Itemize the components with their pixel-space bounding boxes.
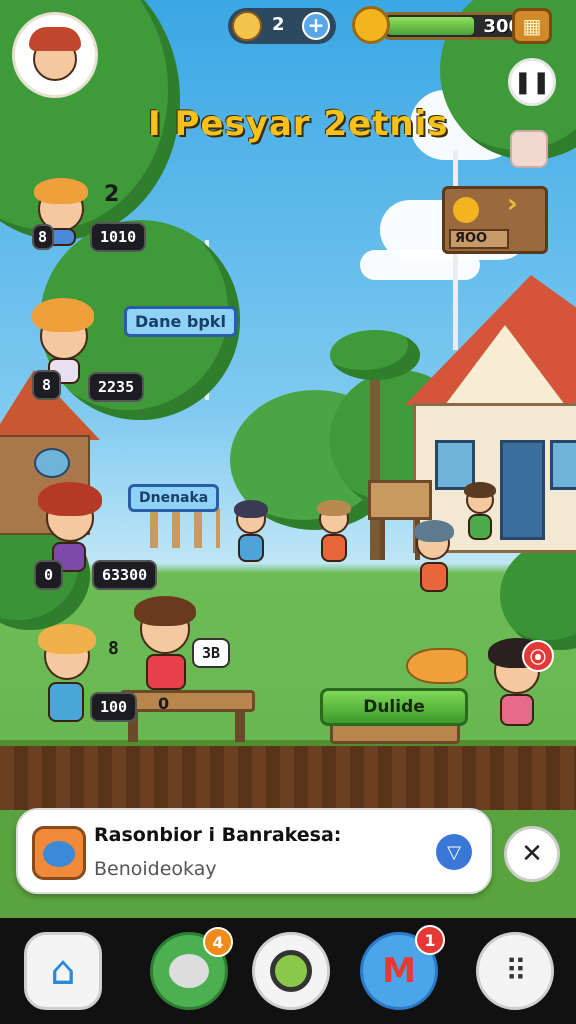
- close-notification-button[interactable]: ✕: [504, 826, 560, 882]
- energy-fill: [387, 17, 474, 35]
- npc-kid[interactable]: [410, 520, 460, 610]
- target-icon: [270, 950, 312, 992]
- leader-badge-1: 8: [32, 224, 54, 250]
- leader-score-2: 2235: [88, 372, 145, 402]
- chat-bubble-2: Dnenaka: [128, 484, 220, 512]
- notification-title: Rasonbior i Banrakesa:: [94, 824, 342, 846]
- nav-location[interactable]: [252, 932, 330, 1010]
- dirt-ground: [0, 740, 576, 810]
- notification-card[interactable]: Rasonbior i Banrakesa: Benoideokay ▽: [16, 808, 492, 894]
- notification-subtitle: Benoideokay: [94, 858, 217, 880]
- npc-kid[interactable]: [232, 500, 272, 575]
- coin-energy-bar: 300 ▦: [352, 6, 557, 46]
- chat-bubble-1: Dane bpkl: [124, 306, 237, 337]
- energy-track: 300: [382, 12, 532, 40]
- nav-home[interactable]: ⌂: [24, 932, 102, 1010]
- sign-label: ЯOO: [449, 229, 509, 249]
- mid-label: 8: [108, 638, 119, 659]
- action-button[interactable]: Dulide: [320, 688, 468, 726]
- npc-kid[interactable]: [462, 482, 498, 552]
- board-post: [380, 520, 385, 560]
- fish-icon[interactable]: [406, 648, 468, 684]
- npc-kid[interactable]: [315, 500, 355, 575]
- bottom-nav: ⌂ 4 M 1 ⠿: [0, 918, 576, 1024]
- player-avatar[interactable]: [12, 12, 98, 98]
- nav-chat[interactable]: 4: [150, 927, 233, 1010]
- nav-menu[interactable]: ⠿: [476, 932, 554, 1010]
- alert-badge: ⦿: [522, 640, 554, 672]
- friends-count: 2: [272, 14, 285, 35]
- pause-icon: ❚❚: [513, 69, 551, 95]
- mail-badge: 1: [415, 925, 445, 955]
- friend-face-icon: [232, 11, 262, 41]
- nav-mail[interactable]: M 1: [360, 925, 445, 1010]
- shop-button[interactable]: ▦: [512, 8, 552, 44]
- chevron-down-icon[interactable]: ▽: [436, 834, 472, 870]
- pause-button[interactable]: ❚❚: [508, 58, 556, 106]
- grid-icon: ▦: [522, 14, 542, 38]
- leader-score-1: 1010: [90, 222, 147, 252]
- leader-score-3: 63300: [92, 560, 158, 590]
- bird-icon: [34, 448, 70, 478]
- leader-score-4: 100: [90, 692, 138, 722]
- coin-icon: [352, 6, 390, 44]
- fence: [150, 508, 220, 548]
- character-icon[interactable]: [510, 130, 548, 168]
- game-title: I Pesyar 2etnis: [148, 104, 449, 144]
- robot-app-icon: [32, 826, 86, 880]
- close-icon: ✕: [521, 839, 543, 869]
- notice-board: [368, 480, 432, 520]
- chat-badge: 4: [203, 927, 233, 957]
- arrow-right-icon: ›: [507, 189, 518, 219]
- leader-badge-3: 0: [34, 560, 64, 590]
- mid-score: 3B: [192, 638, 231, 668]
- home-icon: ⌂: [50, 948, 76, 994]
- palm-trunk: [370, 360, 380, 560]
- grid-menu-icon: ⠿: [505, 953, 527, 989]
- leader-badge-2: 8: [32, 370, 62, 400]
- flower-icon: [453, 197, 479, 223]
- add-friend-button[interactable]: +: [302, 12, 330, 40]
- game-screen: 2 + 300 ▦ ❚❚ I Pesyar 2etnis › ЯOO 2 8 1…: [0, 0, 576, 1024]
- chat-icon: [169, 954, 209, 988]
- wooden-signpost[interactable]: › ЯOO: [442, 186, 548, 254]
- friends-counter[interactable]: 2 +: [228, 8, 336, 44]
- mail-icon: M: [382, 951, 416, 991]
- bench-counter: 0: [158, 694, 170, 713]
- leader-rank-1: 2: [104, 182, 120, 207]
- bench-leg: [235, 710, 245, 742]
